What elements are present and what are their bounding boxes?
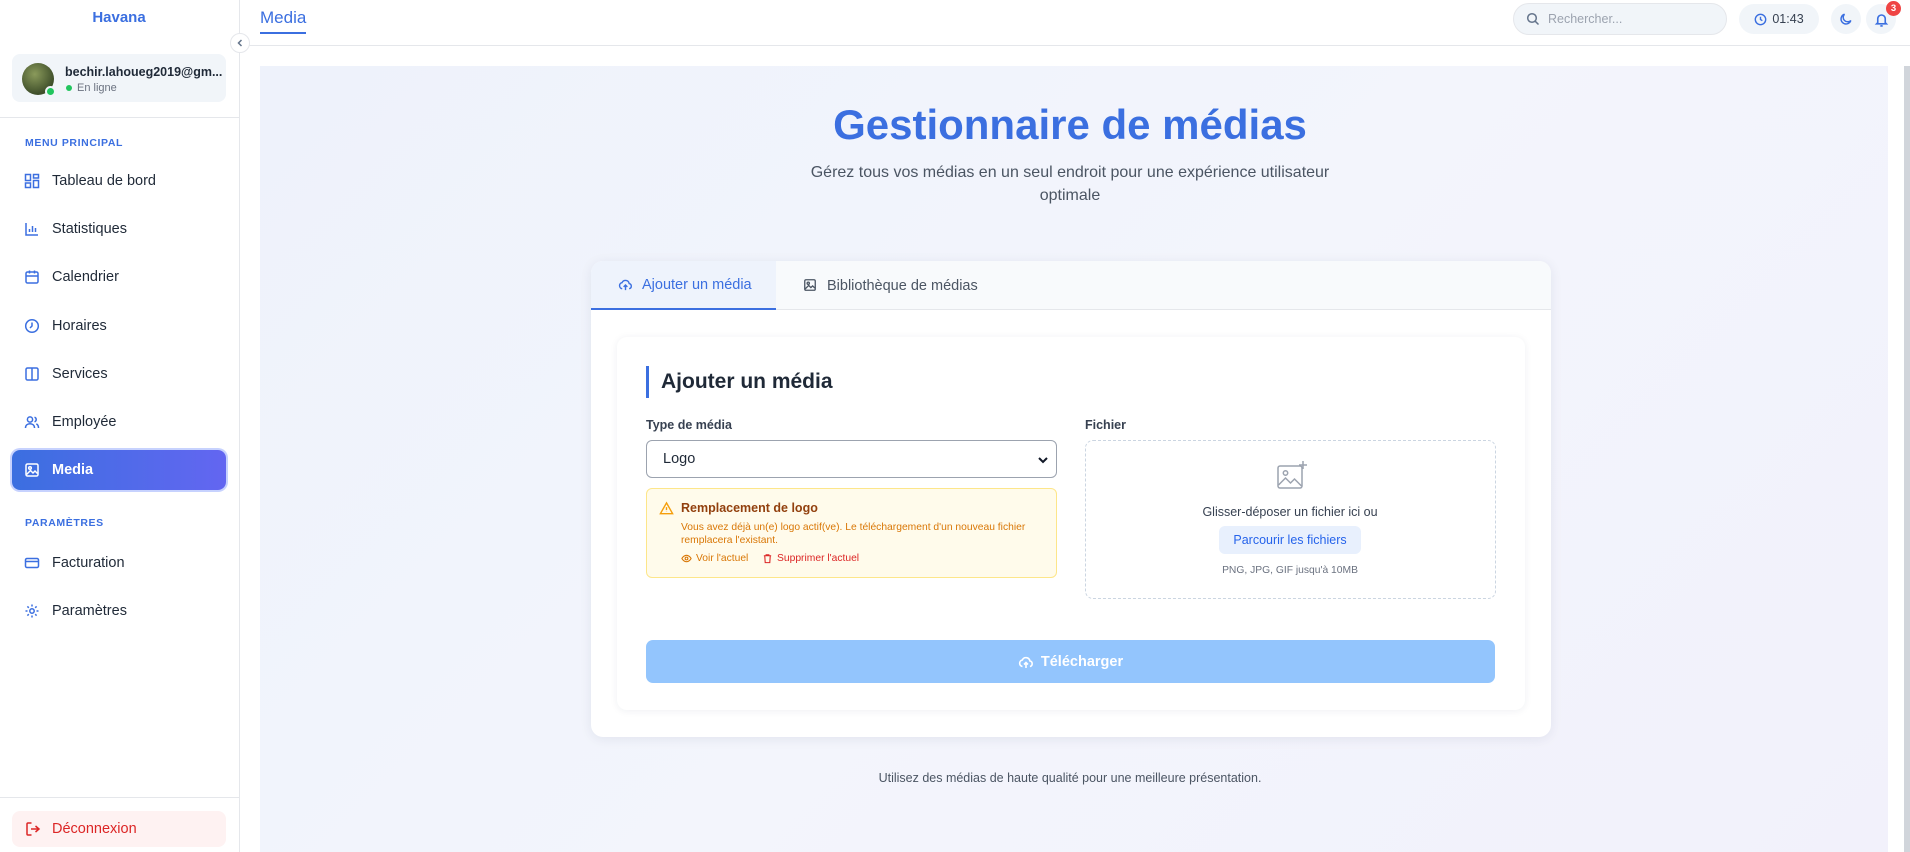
- file-dropzone[interactable]: Glisser-déposer un fichier ici ou Parcou…: [1085, 440, 1496, 599]
- sidebar-item-billing[interactable]: Facturation: [12, 543, 226, 583]
- calendar-icon: [24, 269, 40, 285]
- browse-files-button[interactable]: Parcourir les fichiers: [1219, 526, 1361, 554]
- users-icon: [24, 414, 40, 430]
- delete-current-label: Supprimer l'actuel: [777, 553, 860, 564]
- logout-icon: [25, 821, 41, 837]
- status-dot: [66, 85, 72, 91]
- sidebar-item-label: Facturation: [52, 555, 125, 571]
- media-type-label: Type de média: [646, 418, 732, 432]
- dropzone-text: Glisser-déposer un fichier ici ou: [1202, 505, 1378, 519]
- upload-button[interactable]: Télécharger: [646, 640, 1495, 683]
- gear-icon: [24, 603, 40, 619]
- theme-toggle-button[interactable]: [1831, 4, 1861, 34]
- view-current-link[interactable]: Voir l'actuel: [681, 553, 748, 564]
- bell-icon: [1874, 12, 1889, 27]
- sidebar-item-label: Calendrier: [52, 269, 119, 285]
- sidebar-item-label: Tableau de bord: [52, 173, 156, 189]
- bar-chart-icon: [24, 221, 40, 237]
- page-title: Media: [260, 8, 307, 34]
- clock-icon: [1754, 13, 1767, 26]
- file-format-hint: PNG, JPG, GIF jusqu'à 10MB: [1222, 565, 1358, 576]
- warning-title: Remplacement de logo: [681, 501, 818, 515]
- tab-label: Ajouter un média: [642, 276, 752, 293]
- view-current-label: Voir l'actuel: [696, 553, 749, 564]
- sidebar-item-statistics[interactable]: Statistiques: [12, 209, 226, 249]
- scrollbar[interactable]: [1904, 66, 1910, 852]
- trash-icon: [762, 553, 773, 564]
- hero-title: Gestionnaire de médias: [833, 101, 1307, 148]
- chevron-down-icon: [1036, 453, 1050, 467]
- notification-badge: 3: [1886, 1, 1901, 16]
- hero-subtitle: Gérez tous vos médias en un seul endroit…: [810, 164, 1330, 204]
- sidebar-item-label: Paramètres: [52, 603, 127, 619]
- delete-current-link[interactable]: Supprimer l'actuel: [762, 553, 859, 564]
- form-title: Ajouter un média: [646, 366, 833, 398]
- image-icon: [24, 462, 40, 478]
- file-label: Fichier: [1085, 418, 1126, 432]
- online-indicator: [45, 86, 56, 97]
- chevron-left-icon: [235, 38, 245, 48]
- eye-icon: [681, 553, 692, 564]
- sidebar-item-media[interactable]: Media: [12, 450, 226, 490]
- brand-logo: Havana: [92, 9, 146, 26]
- logout-label: Déconnexion: [52, 821, 137, 837]
- clock-time: 01:43: [1772, 12, 1804, 26]
- cloud-upload-icon: [618, 277, 633, 292]
- clock-icon: [24, 318, 40, 334]
- upload-form-card: Ajouter un média Type de média Logo Remp…: [617, 337, 1525, 710]
- warning-text: Vous avez déjà un(e) logo actif(ve). Le …: [681, 522, 1026, 546]
- user-status: En ligne: [77, 82, 117, 94]
- logout-button[interactable]: Déconnexion: [12, 811, 226, 847]
- collapse-sidebar-button[interactable]: [230, 33, 250, 53]
- sidebar-item-settings[interactable]: Paramètres: [12, 591, 226, 631]
- sidebar-item-label: Media: [52, 462, 94, 478]
- columns-icon: [24, 366, 40, 382]
- warning-triangle-icon: [659, 501, 674, 516]
- footer-note: Utilisez des médias de haute qualité pou…: [878, 771, 1262, 785]
- sidebar-item-dashboard[interactable]: Tableau de bord: [12, 161, 226, 201]
- dashboard-icon: [24, 173, 40, 189]
- avatar: [22, 63, 56, 97]
- sidebar-item-services[interactable]: Services: [12, 354, 226, 394]
- tab-label: Bibliothèque de médias: [827, 277, 978, 294]
- sidebar-divider-bottom: [0, 797, 239, 798]
- search-input[interactable]: [1548, 12, 1718, 26]
- media-type-value: Logo: [663, 451, 696, 467]
- tab-media-library[interactable]: Bibliothèque de médias: [803, 261, 978, 310]
- main-content: Gestionnaire de médias Gérez tous vos mé…: [260, 66, 1888, 852]
- user-card[interactable]: bechir.lahoueg2019@gm... En ligne: [12, 54, 226, 102]
- sidebar-item-label: Employée: [52, 414, 117, 430]
- upload-label: Télécharger: [1040, 653, 1124, 670]
- cloud-upload-icon: [1018, 654, 1034, 670]
- image-add-icon: [1275, 459, 1309, 493]
- sidebar-item-calendar[interactable]: Calendrier: [12, 257, 226, 297]
- logo-replacement-warning: Remplacement de logo Vous avez déjà un(e…: [646, 488, 1057, 578]
- section-main-menu: MENU PRINCIPAL: [25, 137, 124, 149]
- credit-card-icon: [24, 555, 40, 571]
- sidebar-item-label: Statistiques: [52, 221, 127, 237]
- media-panel: Ajouter un média Bibliothèque de médias …: [591, 261, 1551, 737]
- sidebar-item-schedules[interactable]: Horaires: [12, 306, 226, 346]
- sidebar-item-label: Services: [52, 366, 108, 382]
- tab-add-media[interactable]: Ajouter un média: [591, 261, 776, 310]
- sidebar-divider: [0, 117, 239, 118]
- sidebar-item-label: Horaires: [52, 318, 107, 334]
- search-box[interactable]: [1513, 3, 1727, 35]
- tab-bar: Ajouter un média Bibliothèque de médias: [591, 261, 1551, 310]
- user-email: bechir.lahoueg2019@gm...: [65, 65, 223, 79]
- search-icon: [1526, 12, 1540, 26]
- top-header: Media 01:43 3: [241, 0, 1910, 46]
- section-settings: PARAMÈTRES: [25, 517, 104, 529]
- sidebar: Havana bechir.lahoueg2019@gm... En ligne…: [0, 0, 240, 852]
- sidebar-item-employees[interactable]: Employée: [12, 402, 226, 442]
- notifications-button[interactable]: 3: [1866, 1, 1901, 34]
- image-icon: [803, 278, 818, 293]
- media-type-select[interactable]: Logo: [646, 440, 1057, 478]
- clock-display: 01:43: [1739, 4, 1819, 34]
- moon-icon: [1839, 12, 1853, 26]
